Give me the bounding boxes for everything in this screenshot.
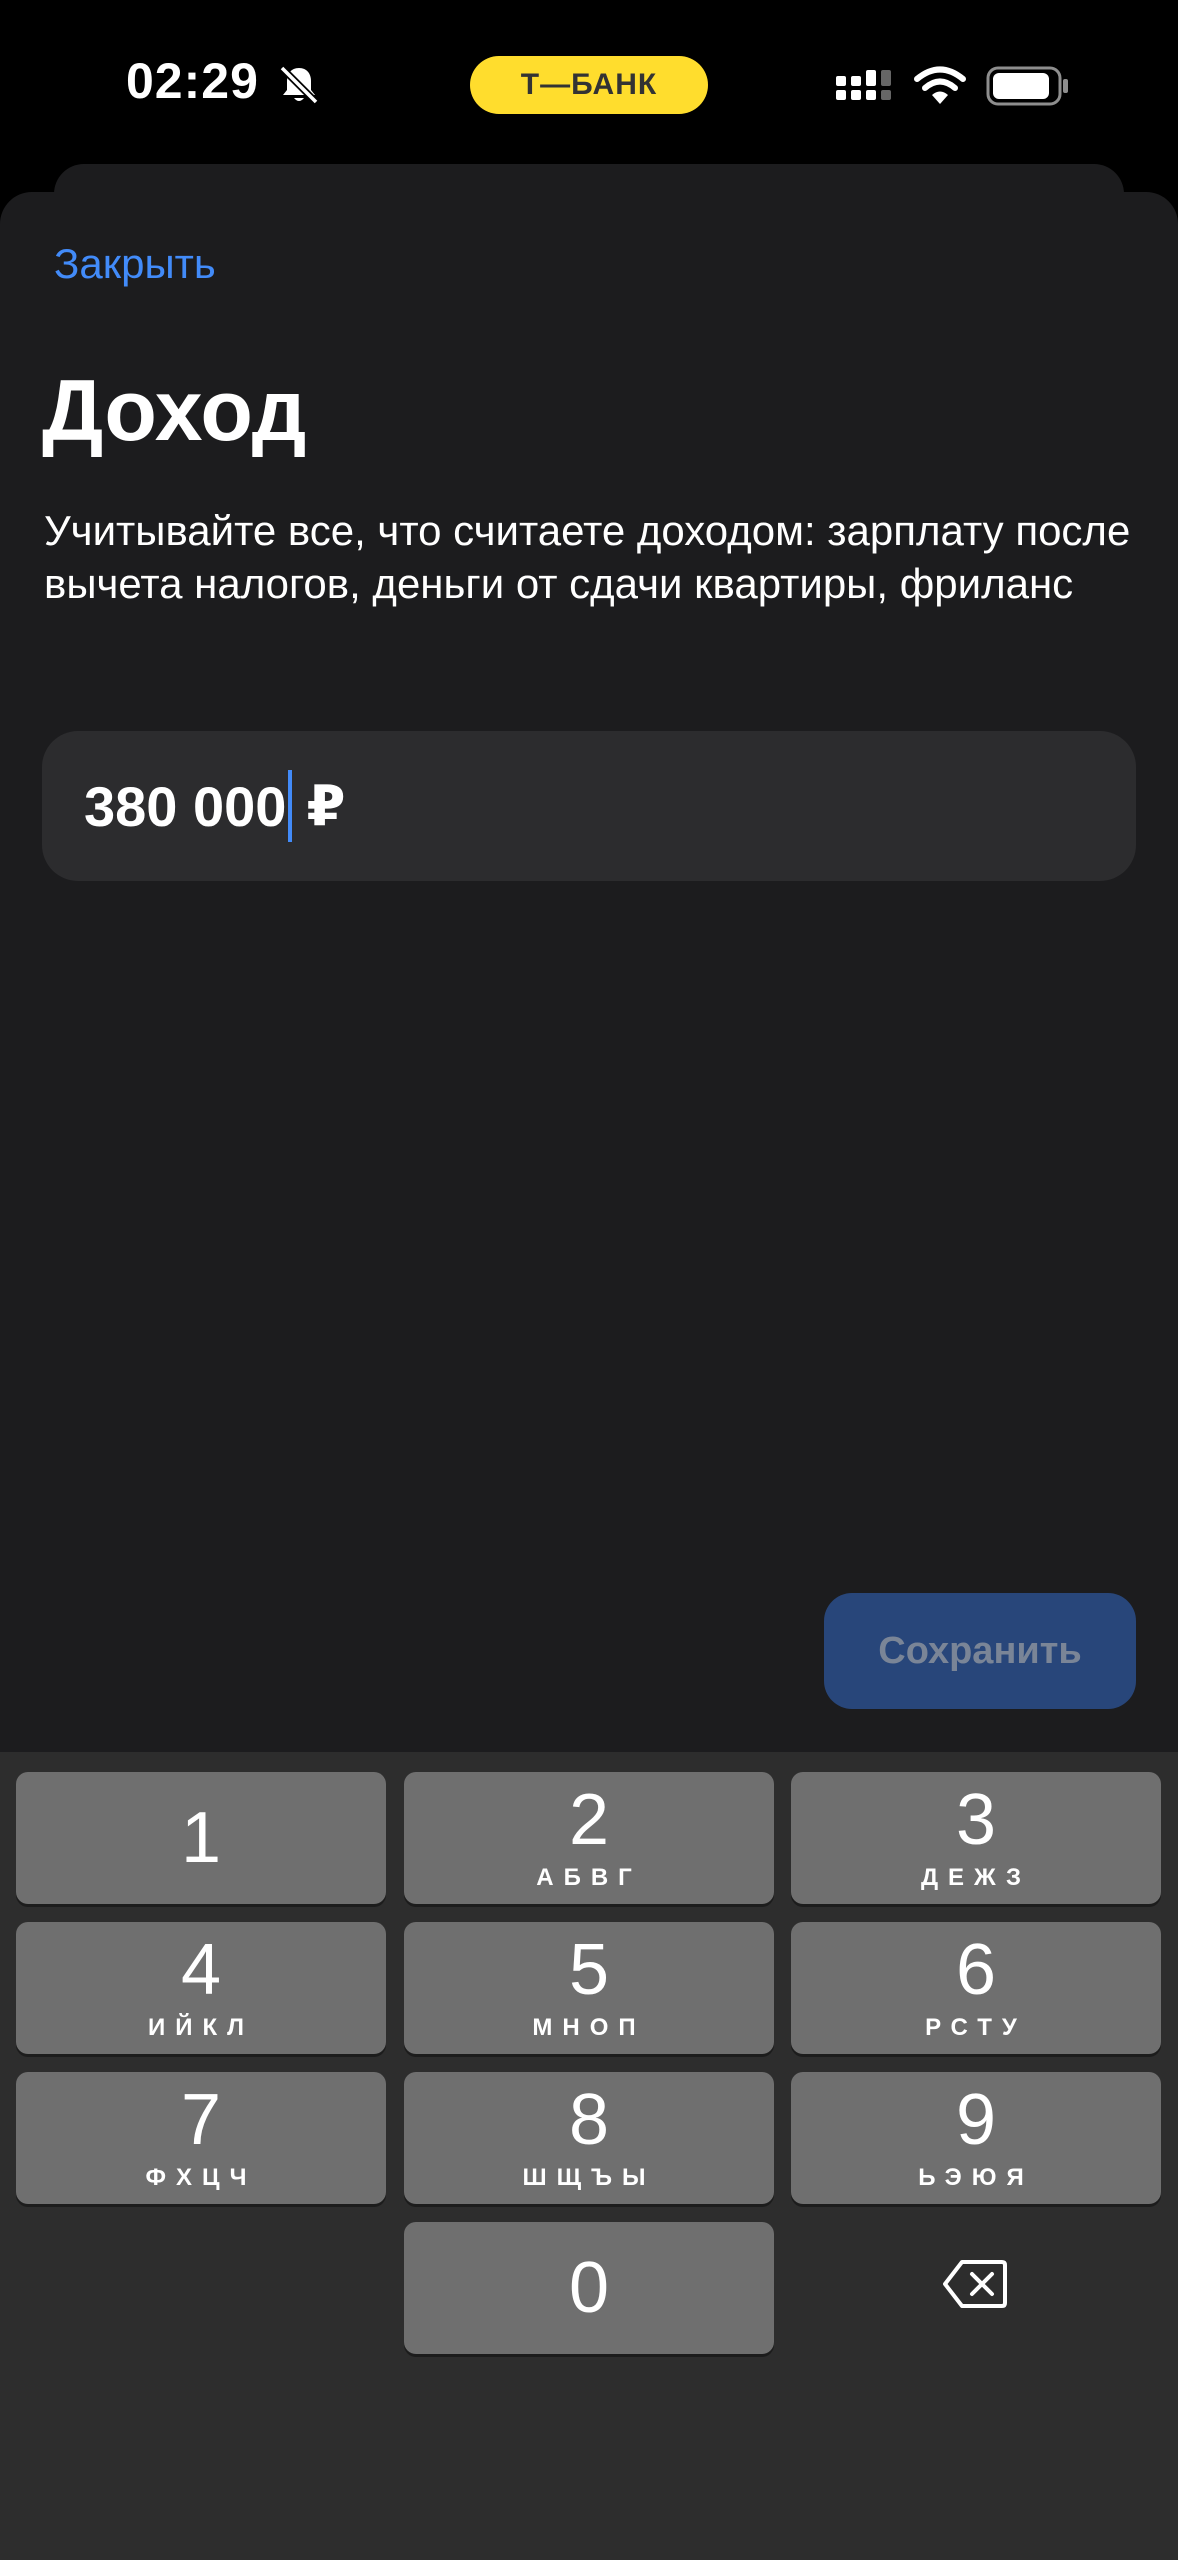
key-digit: 5 xyxy=(568,1930,610,2010)
key-9[interactable]: 9 ЬЭЮЯ xyxy=(791,2072,1161,2204)
bank-pill[interactable]: Т—БАНК xyxy=(470,56,708,114)
bell-muted-icon xyxy=(279,65,319,105)
key-digit: 2 xyxy=(568,1780,610,1860)
status-bar: 02:29 Т—БАНК xyxy=(0,0,1178,170)
key-letters: ИЙКЛ xyxy=(148,2014,254,2041)
key-digit: 1 xyxy=(180,1798,222,1878)
amount-value: 380 000 xyxy=(84,774,287,838)
key-5[interactable]: 5 МНОП xyxy=(404,1922,774,2054)
key-letters: РСТУ xyxy=(925,2014,1027,2041)
backspace-button[interactable] xyxy=(790,2218,1160,2350)
key-digit: 3 xyxy=(955,1780,997,1860)
key-4[interactable]: 4 ИЙКЛ xyxy=(16,1922,386,2054)
key-letters: ШЩЪЫ xyxy=(522,2164,656,2191)
save-button[interactable]: Сохранить xyxy=(824,1593,1136,1709)
key-digit: 0 xyxy=(568,2248,610,2328)
key-digit: 8 xyxy=(568,2080,610,2160)
text-caret xyxy=(288,770,293,842)
key-digit: 9 xyxy=(955,2080,997,2160)
amount-input[interactable]: 380 000 ₽ xyxy=(42,731,1136,881)
key-letters: АБВГ xyxy=(536,1864,642,1891)
page-title: Доход xyxy=(42,363,307,459)
key-3[interactable]: 3 ДЕЖЗ xyxy=(791,1772,1161,1904)
battery-icon xyxy=(986,66,1068,106)
key-8[interactable]: 8 ШЩЪЫ xyxy=(404,2072,774,2204)
key-letters: ФХЦЧ xyxy=(145,2164,257,2191)
key-0[interactable]: 0 xyxy=(404,2222,774,2354)
status-time: 02:29 xyxy=(126,53,259,109)
key-digit: 6 xyxy=(955,1930,997,2010)
key-2[interactable]: 2 АБВГ xyxy=(404,1772,774,1904)
wifi-icon xyxy=(914,66,966,104)
key-letters: МНОП xyxy=(532,2014,646,2041)
cellular-signal-icon xyxy=(836,70,891,100)
key-6[interactable]: 6 РСТУ xyxy=(791,1922,1161,2054)
key-digit: 7 xyxy=(180,2080,222,2160)
description-text: Учитывайте все, что считаете доходом: за… xyxy=(44,507,1131,607)
key-letters: ДЕЖЗ xyxy=(920,1864,1032,1891)
key-1[interactable]: 1 xyxy=(16,1772,386,1904)
currency-symbol: ₽ xyxy=(306,774,346,837)
key-digit: 4 xyxy=(180,1930,222,2010)
key-7[interactable]: 7 ФХЦЧ xyxy=(16,2072,386,2204)
backspace-icon xyxy=(943,2260,1007,2308)
close-button[interactable]: Закрыть xyxy=(54,240,216,288)
key-letters: ЬЭЮЯ xyxy=(918,2164,1034,2191)
